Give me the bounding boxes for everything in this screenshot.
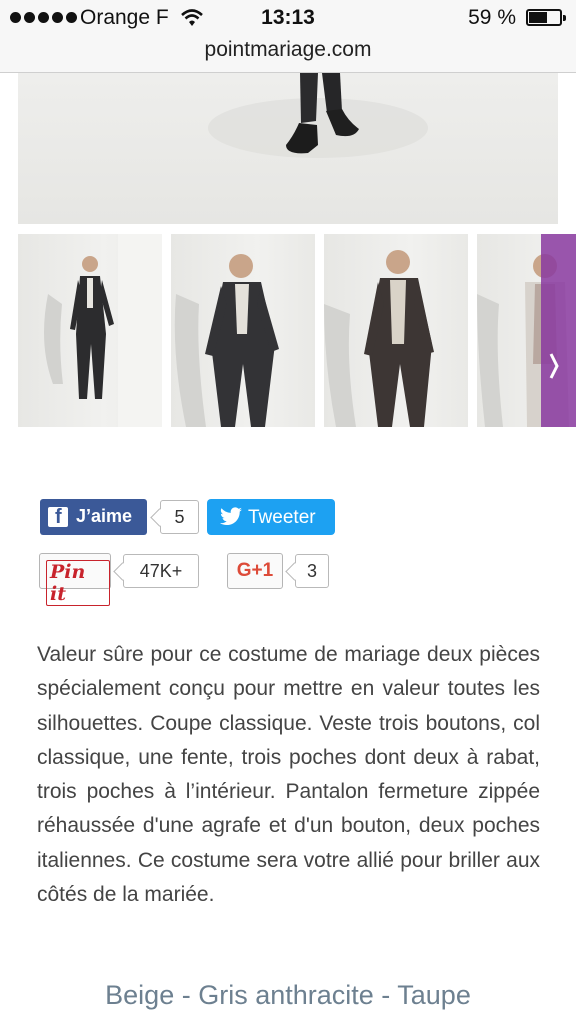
status-bar: Orange F 13:13 59 % pointmariage.com — [0, 0, 576, 73]
thumbnail-image[interactable] — [477, 234, 576, 427]
thumbnail-image[interactable] — [18, 234, 162, 427]
battery-icon — [526, 9, 566, 26]
facebook-like-label: J’aime — [76, 506, 133, 526]
product-description: Valeur sûre pour ce costume de mariage d… — [37, 643, 540, 907]
google-plus-button[interactable]: G+1 — [227, 553, 283, 589]
pinterest-pin-button[interactable]: Pin it — [39, 553, 111, 606]
facebook-like-button[interactable]: f J’aime — [40, 499, 147, 535]
pinterest-pin-count: 47K+ — [123, 554, 199, 588]
available-colors: Beige - Gris anthracite - Taupe — [105, 980, 471, 1010]
tweet-button[interactable]: Tweeter — [207, 499, 335, 535]
facebook-icon: f — [48, 506, 68, 528]
battery-percent: 59 % — [468, 6, 516, 29]
facebook-like-count: 5 — [160, 500, 199, 534]
twitter-bird-icon — [220, 507, 242, 526]
tweet-label: Tweeter — [248, 507, 316, 528]
address-bar-url[interactable]: pointmariage.com — [0, 38, 576, 62]
thumbnail-image[interactable] — [171, 234, 315, 427]
google-plus-count: 3 — [295, 554, 329, 588]
thumbnail-image[interactable] — [324, 234, 468, 427]
pinterest-pin-label: Pin it — [46, 560, 110, 606]
thumbnail-gallery — [18, 234, 576, 427]
main-product-image[interactable] — [18, 73, 558, 224]
